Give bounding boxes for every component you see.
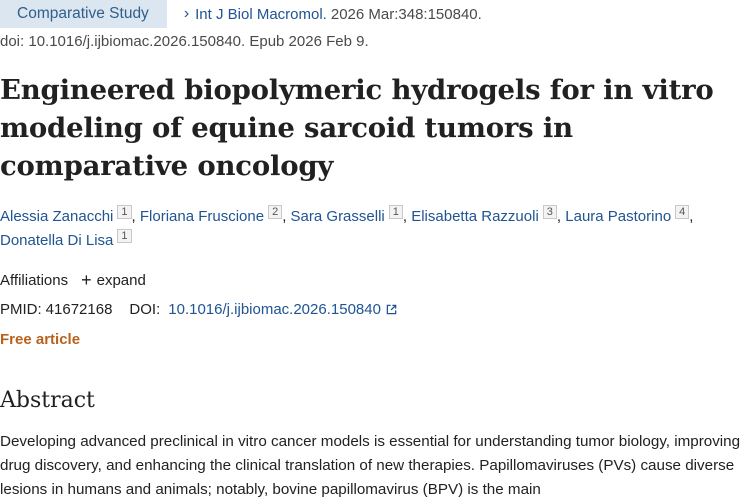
article-title: Engineered biopolymeric hydrogels for in… <box>0 74 714 182</box>
author-link[interactable]: Sara Grasselli <box>291 208 385 225</box>
abstract-heading: Abstract <box>0 388 95 413</box>
free-article-label: Free article <box>0 331 81 348</box>
author-item: Floriana Fruscione 2 <box>140 205 283 225</box>
author-item: Donatella Di Lisa 1 <box>0 229 132 249</box>
affiliations-toggle[interactable]: Affiliations + expand <box>0 270 146 290</box>
affiliation-ref[interactable]: 1 <box>388 205 403 219</box>
pmid-value: 41672168 <box>45 301 113 318</box>
citation-details: 2026 Mar:348:150840. <box>330 5 482 23</box>
external-link-icon[interactable] <box>386 304 397 315</box>
abstract-text: Developing advanced preclinical in vitro… <box>0 433 741 498</box>
pmid-label: PMID: <box>0 301 42 318</box>
author-item: Sara Grasselli 1 <box>291 205 403 225</box>
expand-label: expand <box>96 272 146 289</box>
plus-icon: + <box>81 270 92 290</box>
author-item: Elisabetta Razzuoli 3 <box>411 205 557 225</box>
affiliations-label: Affiliations <box>0 272 69 289</box>
doi-link[interactable]: 10.1016/j.ijbiomac.2026.150840 <box>168 301 381 318</box>
affiliation-ref[interactable]: 3 <box>542 205 557 219</box>
author-link[interactable]: Alessia Zanacchi <box>0 208 113 225</box>
journal-link[interactable]: Int J Biol Macromol. <box>195 6 327 23</box>
author-link[interactable]: Donatella Di Lisa <box>0 232 113 249</box>
author-item: Alessia Zanacchi 1 <box>0 205 132 225</box>
publication-type-badge[interactable]: Comparative Study <box>0 0 167 28</box>
author-link[interactable]: Floriana Fruscione <box>140 208 264 225</box>
affiliation-ref[interactable]: 1 <box>117 229 132 243</box>
affiliation-ref[interactable]: 4 <box>675 205 690 219</box>
identifiers-row: PMID: 41672168 DOI: 10.1016/j.ijbiomac.2… <box>0 301 397 318</box>
affiliation-ref[interactable]: 1 <box>117 205 132 219</box>
author-link[interactable]: Laura Pastorino <box>565 208 671 225</box>
publication-header: Comparative Study › Int J Biol Macromol.… <box>0 0 482 28</box>
doi-label: DOI: <box>129 301 161 318</box>
article-page: Comparative Study › Int J Biol Macromol.… <box>0 0 750 500</box>
authors-list: Alessia Zanacchi 1, Floriana Fruscione 2, … <box>0 205 694 249</box>
chevron-right-icon: › <box>183 5 190 22</box>
author-item: Laura Pastorino 4 <box>565 205 690 225</box>
affiliation-ref[interactable]: 2 <box>268 205 283 219</box>
author-link[interactable]: Elisabetta Razzuoli <box>411 208 539 225</box>
doi-epub-line: doi: 10.1016/j.ijbiomac.2026.150840. Epu… <box>0 33 369 50</box>
